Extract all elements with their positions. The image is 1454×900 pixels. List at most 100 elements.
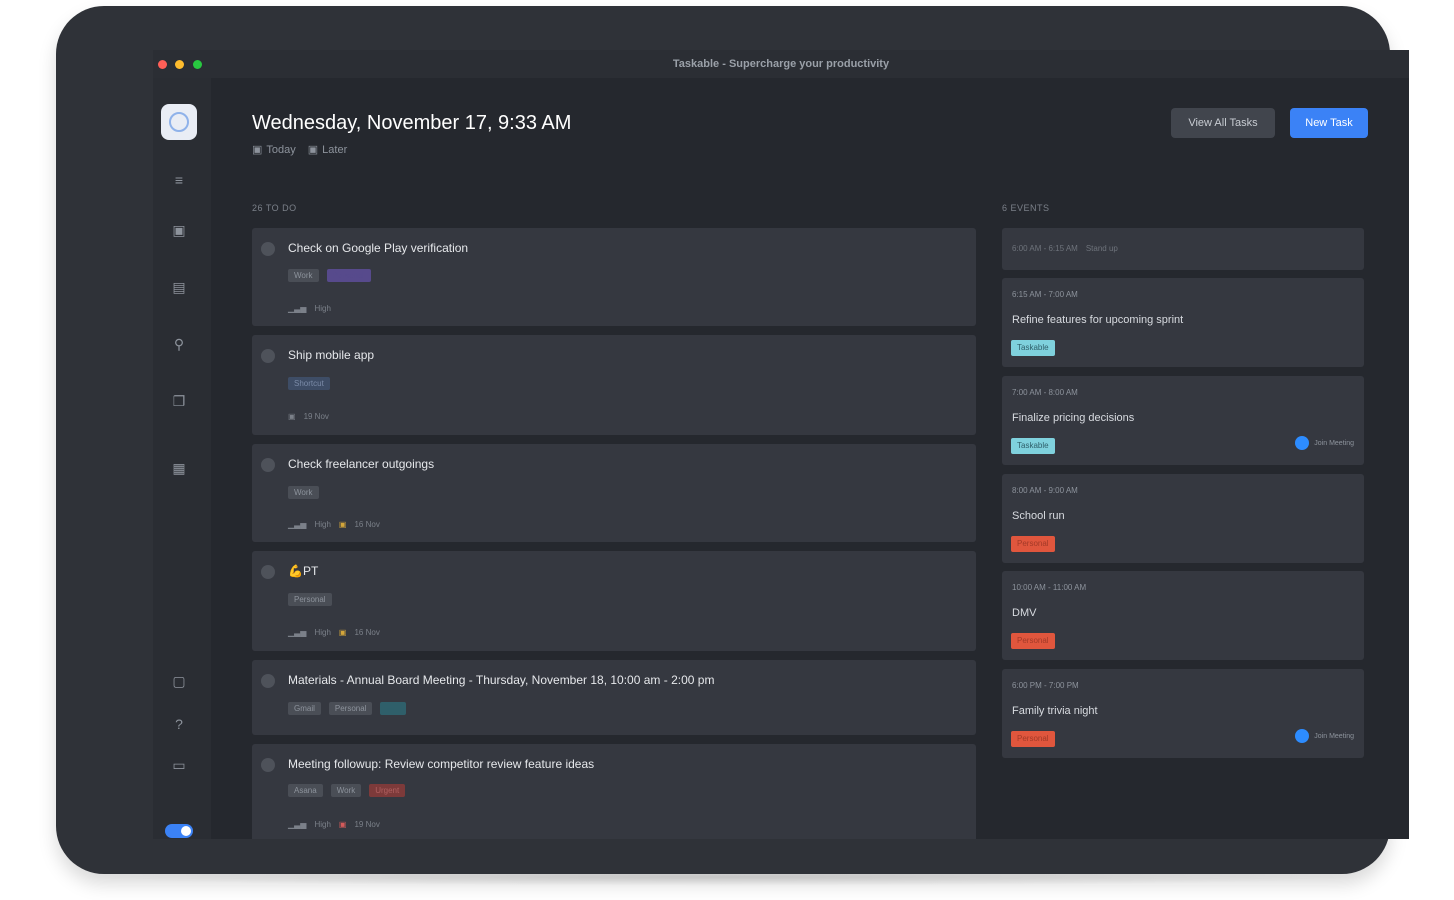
date-filter: ▣ Today ▣ Later [252,143,348,157]
task-priority: High [314,520,331,529]
task-tag: Work [288,486,319,499]
task-card[interactable]: Check on Google Play verification Work P… [252,228,976,326]
task-card[interactable]: 💪PT Personal ▁▃▅ High ▣ 16 Nov [252,551,976,651]
task-card[interactable]: Meeting followup: Review competitor revi… [252,744,976,839]
todo-section-label: 26 TO DO [252,203,297,213]
event-card[interactable]: 6:00 AM - 6:15 AM Stand up [1002,228,1364,270]
logo-icon[interactable] [161,104,197,140]
task-tag: Gmail [288,702,321,715]
calendar-icon: ▣ [338,628,347,637]
task-card[interactable]: Check freelancer outgoings Work ▁▃▅ High… [252,444,976,542]
event-time: 6:00 PM - 7:00 PM [1012,681,1079,690]
events-section-label: 6 EVENTS [1002,203,1050,213]
calendar-icon: ▣ [307,144,319,156]
task-tag: Work [330,784,362,797]
task-tag: Shortcut [288,377,330,390]
title-bar: Taskable - Supercharge your productivity [153,50,1409,78]
task-title: Check on Google Play verification [288,241,469,255]
today-filter[interactable]: ▣ Today [252,143,296,157]
task-tag: Personal [288,593,332,606]
event-title: DMV [1012,607,1037,619]
plug-icon[interactable]: ⚲ [169,334,189,354]
priority-icon: ▁▃▅ [288,628,307,637]
task-priority: High [314,820,331,829]
calendar-icon: ▣ [338,520,347,529]
task-card[interactable]: Ship mobile app Shortcut ▣ 19 Nov [252,335,976,435]
event-tag: Personal [1011,536,1055,552]
help-icon[interactable]: ? [169,714,189,734]
event-title: School run [1012,510,1065,522]
menu-icon[interactable]: ≡ [169,170,189,190]
task-date: 16 Nov [354,520,380,529]
task-priority: High [314,628,331,637]
event-tag: Taskable [1011,438,1055,454]
event-title: Finalize pricing decisions [1012,412,1135,424]
task-checkbox[interactable] [261,349,275,363]
event-time: 10:00 AM - 11:00 AM [1012,583,1087,592]
task-title: Check freelancer outgoings [288,457,435,471]
task-checkbox[interactable] [261,565,275,579]
event-time: 8:00 AM - 9:00 AM [1012,486,1078,495]
task-title: Materials - Annual Board Meeting - Thurs… [288,673,715,687]
event-tag: Personal [1011,731,1055,747]
zoom-icon [1295,436,1310,450]
event-card[interactable]: 6:15 AM - 7:00 AM Refine features for up… [1002,278,1364,367]
task-tag: Personal [328,702,373,715]
keyboard-icon[interactable]: ▦ [169,458,189,478]
task-tag: Work [288,269,319,282]
task-priority: High [314,304,331,313]
task-checkbox[interactable] [261,242,275,256]
later-filter[interactable]: ▣ Later [307,143,348,157]
priority-icon: ▁▃▅ [288,820,307,829]
event-time: 6:15 AM - 7:00 AM [1012,290,1078,299]
task-card[interactable]: Materials - Annual Board Meeting - Thurs… [252,660,976,735]
window-title: Taskable - Supercharge your productivity [672,58,890,70]
join-meeting-label: Join Meeting [1314,732,1354,740]
task-tag: — [380,702,407,715]
today-label: Today [266,143,296,156]
event-card[interactable]: 8:00 AM - 9:00 AM School run Personal [1002,474,1364,563]
task-tag: Urgent [369,784,406,797]
join-meeting-button[interactable]: Join Meeting [1295,436,1354,450]
calendar-icon: ▣ [288,412,296,421]
task-tag: Asana [288,784,323,797]
task-tag: Personal [326,269,371,282]
task-checkbox[interactable] [261,674,275,688]
task-title: Meeting followup: Review competitor revi… [288,757,595,771]
calendar-icon: ▣ [338,820,347,829]
task-date: 19 Nov [354,820,380,829]
event-time: 7:00 AM - 8:00 AM [1012,388,1078,397]
calendar-icon[interactable]: ▣ [169,220,189,240]
priority-icon: ▁▃▅ [288,520,307,529]
event-title: Refine features for upcoming sprint [1012,314,1184,326]
task-checkbox[interactable] [261,758,275,772]
later-label: Later [322,143,348,156]
task-checkbox[interactable] [261,458,275,472]
copy-icon[interactable]: ❐ [169,391,189,411]
task-title: 💪PT [288,564,319,578]
shortcut-icon[interactable]: ▭ [169,755,189,775]
event-tag: Personal [1011,633,1055,649]
join-meeting-label: Join Meeting [1314,439,1354,447]
event-card[interactable]: 10:00 AM - 11:00 AM DMV Personal [1002,571,1364,660]
task-date: 16 Nov [354,628,380,637]
inbox-icon[interactable]: ▤ [169,277,189,297]
new-task-button[interactable]: New Task [1290,108,1368,138]
event-time: 6:00 AM - 6:15 AM [1012,244,1078,253]
theme-toggle[interactable] [165,824,193,838]
priority-icon: ▁▃▅ [288,304,307,313]
task-date: 19 Nov [303,412,329,421]
event-title: Stand up [1085,244,1118,253]
event-tag: Taskable [1011,340,1055,356]
page-title: Wednesday, November 17, 9:33 AM [252,112,572,134]
calendar-icon: ▣ [252,144,263,156]
zoom-icon [1295,729,1310,743]
event-card[interactable]: 7:00 AM - 8:00 AM Finalize pricing decis… [1002,376,1364,465]
view-all-tasks-button[interactable]: View All Tasks [1171,108,1275,138]
task-title: Ship mobile app [288,348,375,362]
sidebar: ≡ ▣ ▤ ⚲ ❐ ▦ ▢ ? ▭ [153,78,211,839]
chat-icon[interactable]: ▢ [169,671,189,691]
event-card[interactable]: 6:00 PM - 7:00 PM Family trivia night Pe… [1002,669,1364,758]
join-meeting-button[interactable]: Join Meeting [1295,729,1354,743]
event-title: Family trivia night [1012,705,1098,717]
